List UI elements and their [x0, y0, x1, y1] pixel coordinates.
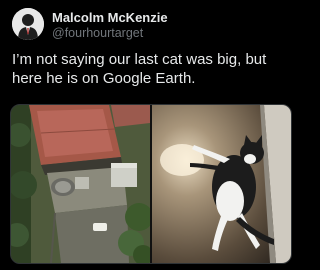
avatar[interactable] — [12, 8, 44, 40]
tweet-text-line: I’m not saying our last cat was big, but — [12, 51, 267, 68]
cat-photo-icon — [152, 105, 291, 263]
aerial-map-photo-icon — [11, 105, 150, 263]
tweet-text-line: here he is on Google Earth. — [12, 70, 196, 87]
display-name[interactable]: Malcolm McKenzie — [52, 10, 168, 25]
media-image-cat[interactable] — [152, 105, 291, 263]
avatar-icon — [12, 8, 44, 40]
tweet-text: I’m not saying our last cat was big, but… — [12, 50, 296, 88]
media-grid — [10, 104, 292, 264]
media-image-aerial[interactable] — [11, 105, 150, 263]
user-handle[interactable]: @fourhourtarget — [52, 26, 143, 41]
tweet[interactable]: Malcolm McKenzie @fourhourtarget I’m not… — [0, 0, 300, 270]
